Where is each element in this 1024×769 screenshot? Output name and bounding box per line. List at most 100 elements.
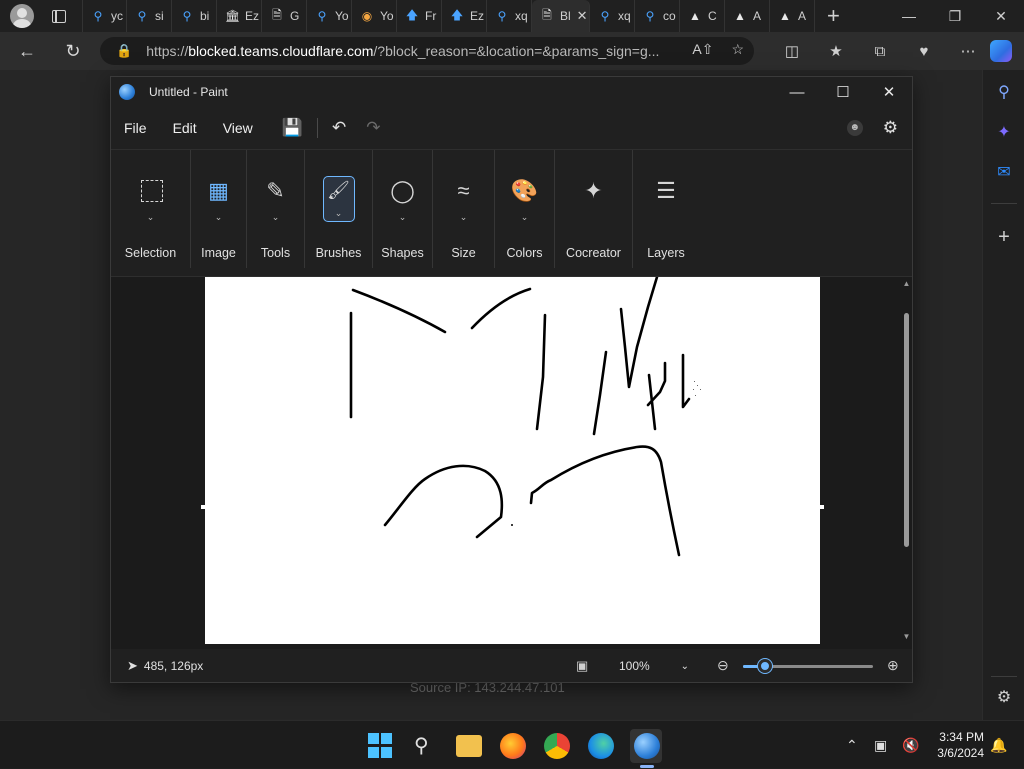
collections-icon[interactable]: ⧉: [858, 43, 902, 60]
browser-tab[interactable]: ◉ Yo: [352, 0, 397, 32]
ribbon-colors[interactable]: 🎨 ⌄ Colors: [495, 150, 555, 268]
browser-tab[interactable]: ⚲ xq: [590, 0, 635, 32]
tab-actions-icon[interactable]: [52, 9, 66, 23]
menu-view[interactable]: View: [210, 120, 266, 136]
browser-tab[interactable]: ⚲ xq: [487, 0, 532, 32]
ribbon-shapes[interactable]: ◯ ⌄ Shapes: [373, 150, 433, 268]
taskbar-clock[interactable]: 3:34 PM 3/6/2024: [928, 729, 984, 761]
ribbon-tools[interactable]: ✎ ⌄ Tools: [247, 150, 305, 268]
tab-close-icon[interactable]: ✕: [577, 8, 588, 24]
paint-close-button[interactable]: ✕: [866, 77, 912, 107]
browser-tab[interactable]: 🡅 Fr: [397, 0, 442, 32]
save-icon[interactable]: 💾: [272, 118, 313, 138]
browser-tab[interactable]: ▲ C: [680, 0, 725, 32]
zoom-dropdown[interactable]: 100% ⌄: [611, 653, 697, 679]
favorites-icon[interactable]: ★: [814, 42, 858, 60]
tab-label: yc: [111, 9, 123, 23]
browser-window-controls: — ❐ ✕: [886, 0, 1024, 32]
paint-taskbar-icon[interactable]: [634, 733, 660, 759]
url-path: /?block_reason=&location=&params_sign=g.…: [373, 43, 660, 59]
start-button-icon[interactable]: [368, 733, 394, 759]
ribbon-cocreator[interactable]: ✦ Cocreator: [555, 150, 633, 268]
read-aloud-icon[interactable]: A⇧: [692, 41, 713, 58]
restore-button[interactable]: ❐: [932, 0, 978, 32]
file-explorer-icon[interactable]: [456, 735, 482, 757]
refresh-button[interactable]: ↻: [54, 32, 92, 70]
menu-file[interactable]: File: [111, 120, 160, 136]
vertical-scrollbar[interactable]: ▲ ▼: [901, 277, 912, 644]
browser-tab[interactable]: ⚲ bi: [172, 0, 217, 32]
tray-chevron-up-icon[interactable]: ⌃: [846, 721, 858, 769]
scroll-down-icon[interactable]: ▼: [901, 632, 912, 641]
browser-tab[interactable]: 🡅 Ez: [442, 0, 487, 32]
performance-icon[interactable]: ♥: [902, 43, 946, 60]
volume-muted-icon[interactable]: 🔇: [902, 721, 919, 769]
paint-maximize-button[interactable]: ☐: [820, 77, 866, 107]
close-button[interactable]: ✕: [978, 0, 1024, 32]
shapes-icon: ◯: [390, 178, 415, 203]
browser-tab[interactable]: ▲ A: [725, 0, 770, 32]
network-icon[interactable]: ▣: [874, 721, 887, 769]
edge-icon[interactable]: [588, 733, 614, 759]
browser-tab[interactable]: ⚲ co: [635, 0, 680, 32]
chevron-down-icon: ⌄: [146, 212, 155, 222]
minimize-button[interactable]: —: [886, 0, 932, 32]
tab-label: Yo: [335, 9, 349, 23]
zoom-slider-knob[interactable]: [758, 659, 773, 673]
tab-label: Bl: [560, 9, 571, 23]
ribbon-selection[interactable]: ⌄ Selection: [111, 150, 191, 268]
browser-tab[interactable]: 🗎 G: [262, 0, 307, 32]
drawing-canvas[interactable]: [205, 275, 820, 644]
settings-gear-icon[interactable]: ⚙: [883, 118, 898, 138]
favorite-star-icon[interactable]: ☆: [731, 41, 744, 58]
copilot-icon[interactable]: [990, 40, 1012, 62]
sidebar-outlook-icon[interactable]: ✉: [983, 162, 1024, 182]
zoom-slider[interactable]: [743, 659, 873, 673]
paint-minimize-button[interactable]: —: [774, 77, 820, 107]
address-bar[interactable]: 🔒 https://blocked.teams.cloudflare.com/?…: [100, 37, 754, 65]
browser-tab[interactable]: 🗎 Bl ✕: [532, 0, 590, 32]
tools-icon: ✎: [266, 178, 285, 203]
fit-to-window-icon[interactable]: ▣: [576, 658, 588, 674]
search-icon: ⚲: [645, 9, 655, 23]
ribbon-size[interactable]: ≈ ⌄ Size: [433, 150, 495, 268]
browser-tab[interactable]: ⚲ si: [127, 0, 172, 32]
firefox-icon[interactable]: [500, 733, 526, 759]
new-tab-button[interactable]: +: [827, 3, 840, 29]
sidebar-search-icon[interactable]: ⚲: [983, 82, 1024, 102]
browser-tab[interactable]: ⚲ Yo: [307, 0, 352, 32]
back-button[interactable]: ←: [8, 32, 46, 70]
profile-avatar-icon[interactable]: [10, 4, 34, 28]
browser-tab[interactable]: 🏛 Ez: [217, 0, 262, 32]
sidebar-add-icon[interactable]: +: [983, 226, 1024, 249]
ribbon-layers[interactable]: ☰ Layers: [633, 150, 699, 268]
sidebar-copilot-icon[interactable]: ✦: [983, 122, 1024, 142]
ribbon-brushes[interactable]: 🖌 ⌄ Brushes: [305, 150, 373, 268]
more-options-icon[interactable]: ⋯: [946, 42, 990, 60]
menu-edit[interactable]: Edit: [160, 120, 210, 136]
chevron-down-icon: ⌄: [334, 208, 343, 218]
browser-tab[interactable]: ▲ A: [770, 0, 815, 32]
arrow-up-icon: 🡅: [450, 7, 464, 22]
browser-tab[interactable]: ⚲ yc: [82, 0, 127, 32]
split-screen-icon[interactable]: ◫: [770, 42, 814, 60]
search-icon[interactable]: ⚲: [414, 733, 440, 759]
undo-icon[interactable]: ↶: [322, 118, 356, 138]
zoom-out-icon[interactable]: ⊖: [717, 657, 729, 674]
tab-label: C: [708, 9, 717, 23]
ribbon-label: Brushes: [315, 246, 362, 260]
canvas-resize-handle[interactable]: [820, 505, 824, 509]
scrollbar-thumb[interactable]: [904, 313, 909, 547]
account-icon[interactable]: ☻: [846, 120, 863, 136]
zoom-in-icon[interactable]: ⊕: [887, 657, 899, 674]
canvas-resize-handle[interactable]: [201, 505, 205, 509]
scroll-up-icon[interactable]: ▲: [901, 279, 912, 288]
ribbon-image[interactable]: ▦ ⌄ Image: [191, 150, 247, 268]
chrome-icon[interactable]: [544, 733, 570, 759]
sidebar-settings-icon[interactable]: ⚙: [983, 687, 1024, 707]
brush-icon: 🖌: [327, 180, 350, 200]
paint-window: Untitled - Paint — ☐ ✕ File Edit View 💾 …: [110, 76, 913, 683]
notifications-bell-icon[interactable]: 🔔: [990, 721, 1007, 769]
search-icon: ⚲: [93, 9, 103, 23]
redo-icon[interactable]: ↷: [356, 118, 390, 138]
